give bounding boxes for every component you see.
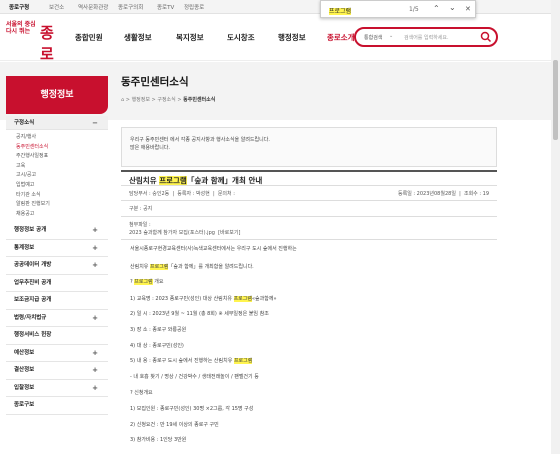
search-scope-select[interactable]: 통합검색: [364, 34, 382, 41]
nav-urban-creation[interactable]: 도시창조: [227, 32, 255, 43]
lnb-section[interactable]: 공공데이터 개방 +: [6, 257, 108, 275]
find-prev-icon[interactable]: ⌃: [433, 4, 440, 13]
lnb-section[interactable]: 결산정보 +: [6, 362, 108, 380]
expand-icon: +: [92, 348, 98, 357]
find-next-icon[interactable]: ⌄: [449, 3, 456, 12]
collapse-icon: −: [92, 119, 98, 127]
top-utility-bar: 종로구청 보건소 역사문화관광 종로구의회 종로TV 정립종로: [0, 0, 560, 14]
attachment-file-link[interactable]: 2023 숲과함께 참가자 모집(포스터).jpg: [129, 230, 215, 236]
lnb-section[interactable]: 업무추진비 공개: [6, 275, 108, 293]
topbar-link-jeongnip[interactable]: 정립종로: [184, 3, 204, 11]
chevron-down-icon: ⌄: [389, 33, 394, 39]
home-icon[interactable]: ⌂: [121, 97, 124, 103]
lnb-section[interactable]: 예산정보 +: [6, 345, 108, 363]
lnb-sub-item[interactable]: 고시/공고: [16, 171, 108, 181]
lnb-sub-list: 공지/행사 동주민센터소식 주간행사일정표 고육 고시/공고 입법예고 타기관 …: [6, 130, 108, 222]
expand-icon: +: [92, 366, 98, 375]
expand-icon: +: [92, 226, 98, 235]
body-line: 4) 대 상 : 종로구민(성인): [130, 343, 184, 349]
body-line: 1) 모집인원 : 종로구민(성인) 30명 ×2그룹, 각 15명 구성: [130, 406, 254, 412]
find-match-count: 1/5: [409, 6, 419, 13]
breadcrumb-item[interactable]: 행정정보: [132, 97, 150, 103]
logo-slogan-line1: 서울의 중심: [6, 21, 36, 28]
lnb-sub-item-active[interactable]: 동주민센터소식: [16, 143, 108, 153]
lnb-sub-item[interactable]: 입법예고: [16, 181, 108, 191]
expand-icon: +: [92, 383, 98, 392]
expand-icon: +: [92, 261, 98, 270]
post-department: 담당부서 : 숭인2동: [129, 191, 170, 197]
nav-admin-info[interactable]: 행정정보: [278, 32, 306, 43]
page-title: 동주민센터소식: [121, 76, 189, 88]
post-views: 조회수 : 19: [463, 191, 489, 197]
search-icon[interactable]: [480, 31, 492, 43]
post-date: 등록일 : 2023년08월28일: [398, 191, 456, 197]
topbar-link-council[interactable]: 종로구의회: [118, 3, 143, 11]
lnb-sub-item[interactable]: 알림판 진행보기: [16, 200, 108, 210]
topbar-link-culture-tour[interactable]: 역사문화관광: [78, 3, 108, 11]
lnb-section[interactable]: 보조금지급 공개: [6, 292, 108, 310]
nav-about-jongno[interactable]: 종로소개: [327, 32, 355, 43]
post-category: 구분 : 공지: [121, 202, 497, 217]
lnb-section[interactable]: 법령/자치법규 +: [6, 310, 108, 328]
lnb-section[interactable]: 입찰정보 +: [6, 380, 108, 398]
breadcrumb: ⌂ > 행정정보 > 구정소식 > 동주민센터소식: [121, 97, 216, 103]
body-line: 3) 참가비용 : 1인당 3만원: [130, 437, 187, 443]
lnb-sub-item[interactable]: 공지/행사: [16, 133, 108, 143]
lnb-sub-item[interactable]: 주간행사일정표: [16, 152, 108, 162]
body-line: 5) 내 용 : 종로구 도시 숲에서 진행하는 산림치유 프로그램: [130, 358, 253, 364]
body-line: 1) 교육명 : 2023 종로구민(성인) 대상 산림치유 프로그램«숲과함께…: [130, 296, 277, 302]
lnb-sub-item[interactable]: 고육: [16, 162, 108, 172]
board-intro: 우리구 동주민센터 에서 각종 공지사항과 행사소식을 알려드립니다. 많은 애…: [121, 127, 497, 167]
attachment-view-button[interactable]: [바로보기]: [218, 230, 240, 236]
lnb-section-notice[interactable]: 구정소식 −: [6, 116, 108, 130]
logo-slogan-line2: 다시 뛰는: [6, 28, 31, 35]
lnb-section[interactable]: 통계정보 +: [6, 240, 108, 258]
lnb-section[interactable]: 행정정보 공개 +: [6, 222, 108, 240]
topbar-link-health-center[interactable]: 보건소: [49, 3, 64, 11]
body-line: 산림치유 프로그램「숲과 함께」를 개최함을 알려드립니다.: [130, 264, 254, 270]
breadcrumb-current: 동주민센터소식: [183, 97, 216, 103]
post-attachment: 첨부파일 : 2023 숲과함께 참가자 모집(포스터).jpg [바로보기]: [121, 218, 497, 240]
post-title: 산림치유 프로그램「숲과 함께」개최 안내: [121, 170, 497, 186]
lnb-section[interactable]: 종로구보: [6, 397, 108, 415]
body-line: 2) 신청요건 : 만 19세 이상의 종로구 구민: [130, 422, 219, 428]
left-nav: 구정소식 − 공지/행사 동주민센터소식 주간행사일정표 고육 고시/공고 입법…: [6, 116, 108, 415]
lnb-section[interactable]: 행정서비스 헌장: [6, 327, 108, 345]
nav-civil-service[interactable]: 종합민원: [75, 32, 103, 43]
lnb-title: 행정정보: [6, 76, 108, 114]
nav-living-info[interactable]: 생활정보: [124, 32, 152, 43]
expand-icon: +: [92, 243, 98, 252]
body-line: 서울시종로구현경교육센터(사)녹색교육센터에서는 우리구 도시 숲에서 진행하는: [130, 246, 297, 252]
site-logo[interactable]: 서울의 중심 다시 뛰는 종로: [6, 21, 54, 63]
logo-name: 종로: [40, 24, 54, 63]
find-close-icon[interactable]: ✕: [465, 5, 471, 13]
lnb-sub-item[interactable]: 타기관 소식: [16, 191, 108, 201]
body-line: ? 프로그램 개요: [130, 279, 164, 285]
body-line: - 내 호흡 찾기 / 명상 / 건강박수 / 생태전래놀이 / 팬벨건기 등: [130, 374, 259, 380]
site-header: 서울의 중심 다시 뛰는 종로 종합민원 생활정보 복지정보 도시창조 행정정보…: [0, 15, 560, 63]
lnb-sub-item[interactable]: 채용공고: [16, 210, 108, 220]
find-in-page-bar: 프로그램 1/5 ⌃ ⌄ ✕: [320, 0, 476, 18]
page-scrollbar[interactable]: [551, 0, 560, 454]
body-line: 3) 장 소 : 종로구 와룡공원: [130, 327, 187, 333]
body-line: 2) 일 시 : 2023년 9월 ~ 11월 (총 8회) ※ 세부일정은 붙…: [130, 311, 269, 317]
expand-icon: +: [92, 313, 98, 322]
search-box: 통합검색 ⌄ 검색어를 입력하세요.: [354, 27, 498, 47]
search-input[interactable]: 검색어를 입력하세요.: [404, 34, 449, 41]
post-meta: 담당부서 : 숭인2동 | 등록자 : 박성현 | 문의처 : 등록일 : 20…: [121, 187, 497, 201]
scrollbar-thumb[interactable]: [553, 60, 558, 140]
breadcrumb-item[interactable]: 구정소식: [157, 97, 175, 103]
find-input[interactable]: 프로그램: [329, 6, 352, 15]
post-contact: 문의처 :: [217, 191, 235, 197]
nav-welfare-info[interactable]: 복지정보: [176, 32, 204, 43]
topbar-link-gu-office[interactable]: 종로구청: [9, 3, 29, 11]
body-line: ? 신청개요: [130, 390, 153, 396]
topbar-link-tv[interactable]: 종로TV: [157, 3, 174, 11]
post-writer: 등록자 : 박성현: [177, 191, 210, 197]
